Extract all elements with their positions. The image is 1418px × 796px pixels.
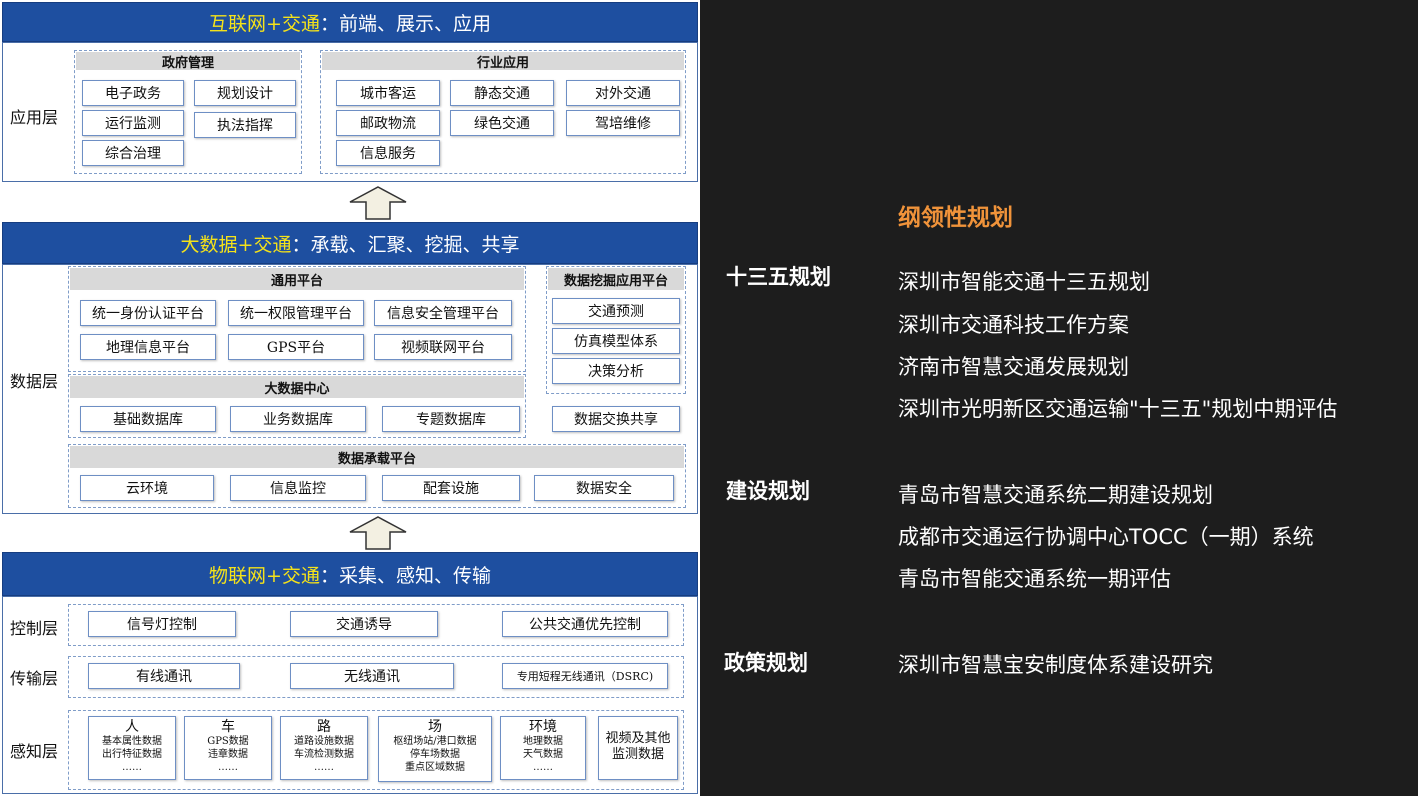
- sense-column-line: 天气数据: [523, 749, 563, 760]
- gov-header: 政府管理: [76, 52, 300, 71]
- data-carrier-item: 数据安全: [534, 475, 674, 501]
- side-item: 成都市交通运行协调中心TOCC（一期）系统: [898, 525, 1314, 549]
- industry-item: 驾培维修: [566, 110, 680, 136]
- side-item: 深圳市光明新区交通运输"十三五"规划中期评估: [898, 397, 1338, 421]
- industry-item: 城市客运: [336, 80, 440, 106]
- sense-column-line: 枢纽场站/港口数据: [393, 736, 477, 747]
- sense-column-title: 视频及其他: [605, 731, 671, 746]
- sense-column-line: 地理数据: [523, 736, 563, 747]
- data-carrier-header: 数据承载平台: [70, 446, 684, 468]
- side-category: 政策规划: [724, 651, 808, 675]
- iot-title-highlight: 物联网+交通: [209, 564, 320, 587]
- gov-item: 规划设计: [194, 80, 296, 106]
- common-platform-item: 地理信息平台: [80, 334, 216, 360]
- data-carrier-item: 配套设施: [382, 475, 520, 501]
- common-platform-item: 视频联网平台: [374, 334, 512, 360]
- sense-column-line: 车流检测数据: [294, 749, 354, 760]
- common-platform-item: 信息安全管理平台: [374, 300, 512, 326]
- side-item: 深圳市交通科技工作方案: [898, 313, 1129, 337]
- control-layer-label: 控制层: [10, 619, 59, 638]
- side-category: 十三五规划: [726, 265, 831, 289]
- internet-title-rest: ：前端、展示、应用: [319, 12, 491, 35]
- sense-column-line: ……: [122, 762, 142, 773]
- common-platform-item: 统一身份认证平台: [80, 300, 216, 326]
- gov-item: 执法指挥: [194, 112, 296, 138]
- side-heading: 纲领性规划: [898, 205, 1013, 231]
- bigdata-band: 大数据+交通 ：承载、汇聚、挖掘、共享: [2, 222, 698, 264]
- internet-title-highlight: 互联网+交通: [209, 12, 320, 35]
- industry-header: 行业应用: [322, 52, 684, 71]
- side-item: 深圳市智能交通十三五规划: [898, 270, 1150, 294]
- up-arrow-icon: [349, 516, 407, 550]
- mining-item: 仿真模型体系: [552, 328, 680, 354]
- sense-column-title: 环境: [529, 719, 557, 735]
- sense-column-title: 场: [428, 719, 442, 735]
- sense-layer-label: 感知层: [10, 742, 59, 761]
- common-platform-item: GPS平台: [228, 334, 364, 360]
- transport-item: 有线通讯: [88, 663, 240, 689]
- common-platform-header: 通用平台: [70, 268, 524, 290]
- industry-item: 信息服务: [336, 140, 440, 166]
- side-item: 深圳市智慧宝安制度体系建设研究: [898, 653, 1213, 677]
- transport-layer-label: 传输层: [10, 669, 59, 688]
- iot-title-rest: ：采集、感知、传输: [319, 564, 491, 587]
- sense-column-line: 出行特征数据: [102, 749, 162, 760]
- side-item: 济南市智慧交通发展规划: [898, 355, 1129, 379]
- data-carrier-item: 云环境: [80, 475, 214, 501]
- side-item: 青岛市智慧交通系统二期建设规划: [898, 483, 1213, 507]
- sense-column-line: 违章数据: [208, 749, 248, 760]
- control-item: 信号灯控制: [88, 611, 236, 637]
- mining-header: 数据挖掘应用平台: [548, 268, 684, 290]
- sense-column-title: 路: [317, 719, 331, 735]
- data-center-item: 基础数据库: [80, 406, 216, 432]
- data-center-header: 大数据中心: [70, 376, 524, 398]
- sense-column-line: 重点区域数据: [405, 762, 465, 773]
- sense-column: 人 基本属性数据 出行特征数据 ……: [88, 716, 176, 780]
- gov-item: 电子政务: [82, 80, 184, 106]
- sense-column: 路 道路设施数据 车流检测数据 ……: [280, 716, 368, 780]
- industry-item: 邮政物流: [336, 110, 440, 136]
- sense-column-line: 停车场数据: [410, 749, 460, 760]
- up-arrow-icon: [349, 186, 407, 220]
- sense-column-title: 车: [221, 719, 235, 735]
- bigdata-title-highlight: 大数据+交通: [180, 233, 292, 256]
- iot-band: 物联网+交通 ：采集、感知、传输: [2, 552, 698, 596]
- sense-column-line: GPS数据: [207, 736, 249, 747]
- sense-column-line: ……: [218, 762, 238, 773]
- sense-column: 视频及其他 监测数据: [598, 716, 678, 780]
- data-center-item: 专题数据库: [382, 406, 520, 432]
- industry-item: 绿色交通: [450, 110, 554, 136]
- sense-column-line: 监测数据: [611, 747, 664, 762]
- data-layer-label: 数据层: [10, 372, 59, 391]
- sense-column-line: 道路设施数据: [294, 736, 354, 747]
- transport-item: 专用短程无线通讯（DSRC): [502, 663, 668, 689]
- control-item: 交通诱导: [290, 611, 438, 637]
- data-center-item: 业务数据库: [230, 406, 366, 432]
- architecture-diagram: 互联网+交通 ：前端、展示、应用 应用层 政府管理 电子政务 规划设计 运行监测 …: [0, 0, 700, 796]
- data-exchange-box: 数据交换共享: [552, 406, 680, 432]
- side-category: 建设规划: [726, 479, 810, 503]
- sense-column-line: ……: [314, 762, 334, 773]
- industry-item: 对外交通: [566, 80, 680, 106]
- gov-item: 运行监测: [82, 110, 184, 136]
- sense-column: 车 GPS数据 违章数据 ……: [184, 716, 272, 780]
- data-carrier-item: 信息监控: [230, 475, 366, 501]
- side-item: 青岛市智能交通系统一期评估: [898, 567, 1171, 591]
- internet-band: 互联网+交通 ：前端、展示、应用: [2, 2, 698, 42]
- sense-column: 场 枢纽场站/港口数据 停车场数据 重点区域数据: [378, 716, 492, 782]
- control-item: 公共交通优先控制: [502, 611, 668, 637]
- common-platform-item: 统一权限管理平台: [228, 300, 364, 326]
- sense-column-line: 基本属性数据: [102, 736, 162, 747]
- transport-item: 无线通讯: [290, 663, 454, 689]
- sense-column: 环境 地理数据 天气数据 ……: [500, 716, 586, 780]
- bigdata-title-rest: ：承载、汇聚、挖掘、共享: [291, 233, 520, 256]
- mining-item: 交通预测: [552, 298, 680, 324]
- mining-item: 决策分析: [552, 358, 680, 384]
- industry-item: 静态交通: [450, 80, 554, 106]
- gov-item: 综合治理: [82, 140, 184, 166]
- sense-column-title: 人: [125, 719, 139, 735]
- sense-column-line: ……: [533, 762, 553, 773]
- application-layer-label: 应用层: [10, 108, 59, 127]
